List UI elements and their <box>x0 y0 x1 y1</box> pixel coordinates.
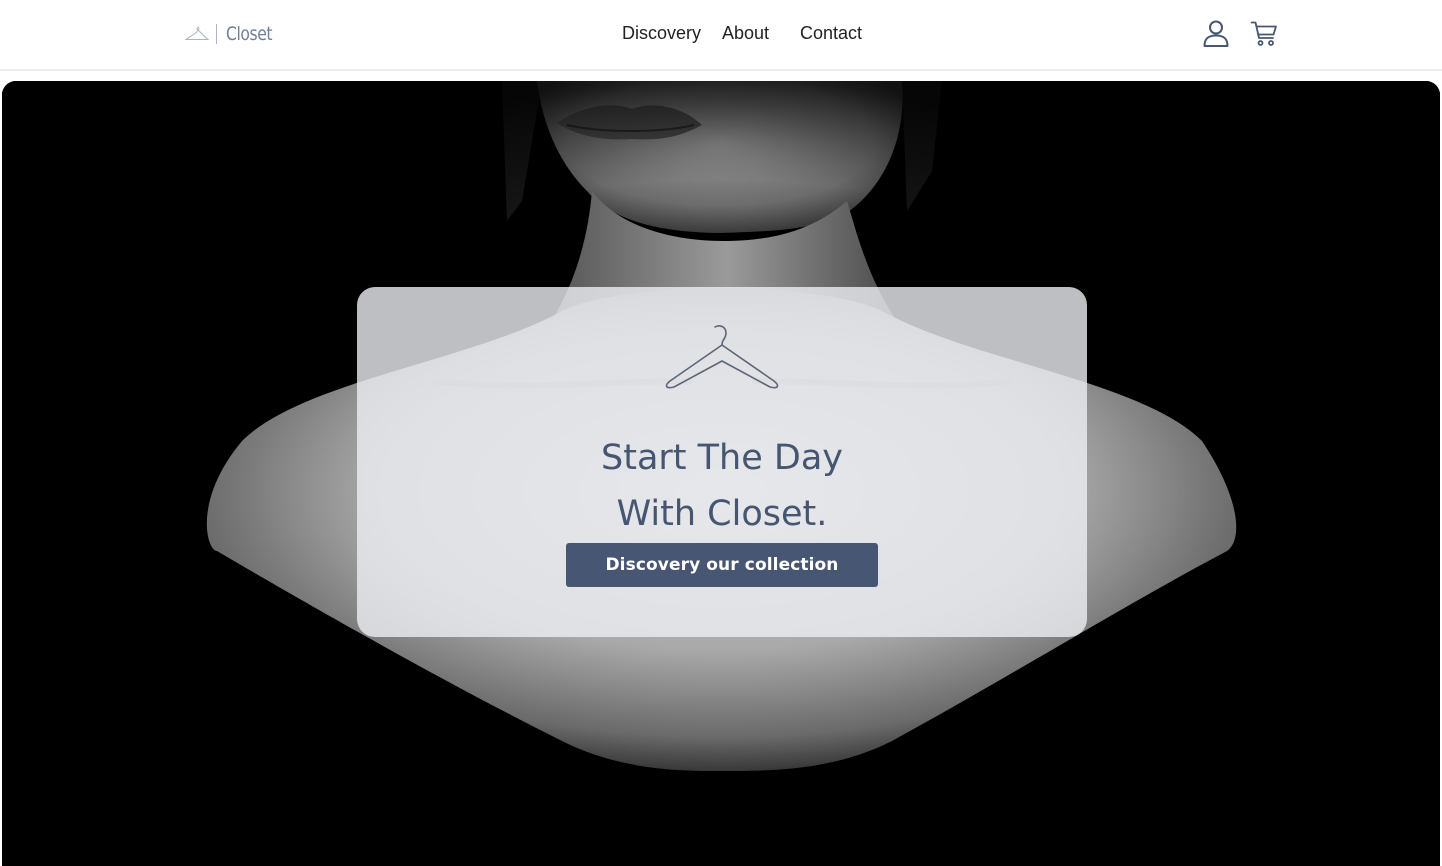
logo[interactable]: Closet <box>184 20 282 48</box>
hero-banner: Start The Day With Closet. Discovery our… <box>2 81 1440 866</box>
logo-divider <box>216 24 217 44</box>
hanger-icon <box>184 26 210 40</box>
hero-title-line2: With Closet. <box>616 494 828 535</box>
hanger-icon <box>665 325 779 389</box>
logo-text: Closet <box>226 22 273 45</box>
nav-contact[interactable]: Contact <box>800 22 862 44</box>
discover-collection-button[interactable]: Discovery our collection <box>566 543 878 587</box>
hero-title-line1: Start The Day <box>601 438 843 479</box>
cart-button[interactable] <box>1247 16 1281 50</box>
hero-card: Start The Day With Closet. Discovery our… <box>357 287 1087 637</box>
nav-about[interactable]: About <box>722 22 769 44</box>
account-button[interactable] <box>1199 16 1233 50</box>
site-header: Closet Discovery About Contact <box>0 0 1442 71</box>
cart-icon <box>1250 21 1277 46</box>
nav-discovery[interactable]: Discovery <box>622 22 701 44</box>
user-icon <box>1203 20 1229 47</box>
hero-title: Start The Day With Closet. <box>357 430 1087 542</box>
